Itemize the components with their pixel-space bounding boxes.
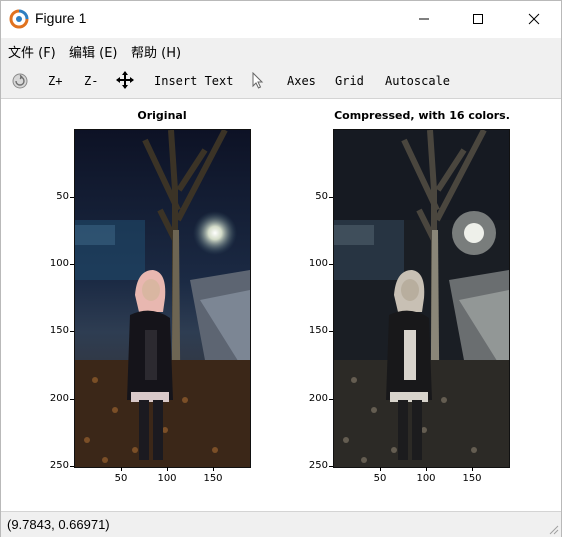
y-tickmark <box>70 197 74 198</box>
window-title: Figure 1 <box>35 10 87 26</box>
figure-canvas[interactable]: Original 50 100 150 200 250 50 100 150 C… <box>1 99 561 511</box>
close-button[interactable] <box>511 1 557 37</box>
zoom-out-button[interactable]: Z- <box>84 74 98 88</box>
minimize-button[interactable] <box>401 1 447 37</box>
y-tickmark <box>329 466 333 467</box>
cursor-coordinates: (9.7843, 0.66971) <box>7 517 110 532</box>
y-tickmark <box>329 197 333 198</box>
status-bar: (9.7843, 0.66971) <box>1 511 561 537</box>
y-tick-label: 200 <box>49 393 69 404</box>
x-tick-label: 150 <box>462 473 482 484</box>
select-arrow-icon[interactable] <box>252 72 264 89</box>
y-tickmark <box>329 331 333 332</box>
zoom-in-button[interactable]: Z+ <box>48 74 62 88</box>
menu-bar: 文件 (F) 编辑 (E) 帮助 (H) <box>1 38 561 62</box>
y-tick-label: 250 <box>49 460 69 471</box>
original-image[interactable] <box>74 129 251 468</box>
y-tickmark <box>329 399 333 400</box>
y-tickmark <box>70 466 74 467</box>
grid-button[interactable]: Grid <box>335 74 364 88</box>
y-tick-label: 100 <box>49 258 69 269</box>
x-tickmark <box>472 467 473 471</box>
axes-title-compressed: Compressed, with 16 colors. <box>334 109 510 122</box>
x-tickmark <box>121 467 122 471</box>
minimize-icon <box>419 18 429 20</box>
y-tick-label: 50 <box>315 191 328 202</box>
y-tick-label: 50 <box>56 191 69 202</box>
y-tick-label: 150 <box>49 325 69 336</box>
y-tickmark <box>70 264 74 265</box>
x-tickmark <box>167 467 168 471</box>
figure-window: Figure 1 文件 (F) 编辑 (E) 帮助 (H) Z+ Z- Inse… <box>0 0 562 537</box>
y-tick-label: 200 <box>308 393 328 404</box>
y-tick-label: 250 <box>308 460 328 471</box>
rotate-icon[interactable] <box>11 72 29 90</box>
maximize-button[interactable] <box>455 1 501 37</box>
x-tick-label: 50 <box>373 473 387 484</box>
autoscale-button[interactable]: Autoscale <box>385 74 450 88</box>
menu-file[interactable]: 文件 (F) <box>8 42 56 61</box>
close-icon <box>528 13 540 25</box>
pan-icon[interactable] <box>116 71 134 89</box>
insert-text-button[interactable]: Insert Text <box>154 74 233 88</box>
x-tick-label: 100 <box>157 473 177 484</box>
y-tickmark <box>329 264 333 265</box>
compressed-image[interactable] <box>333 129 510 468</box>
x-tickmark <box>426 467 427 471</box>
x-tick-label: 100 <box>416 473 436 484</box>
axes-title-original: Original <box>137 109 187 122</box>
y-tick-label: 100 <box>308 258 328 269</box>
x-tickmark <box>380 467 381 471</box>
y-tick-label: 150 <box>308 325 328 336</box>
x-tick-label: 150 <box>203 473 223 484</box>
maximize-icon <box>473 14 483 24</box>
axes-button[interactable]: Axes <box>287 74 316 88</box>
y-tickmark <box>70 331 74 332</box>
menu-help[interactable]: 帮助 (H) <box>131 42 181 61</box>
toolbar: Z+ Z- Insert Text Axes Grid Autoscale <box>1 62 561 99</box>
resize-grip-icon[interactable] <box>547 523 559 535</box>
octave-app-icon <box>9 9 29 29</box>
menu-edit[interactable]: 编辑 (E) <box>69 42 118 61</box>
y-tickmark <box>70 399 74 400</box>
title-bar: Figure 1 <box>1 1 561 37</box>
x-tickmark <box>213 467 214 471</box>
x-tick-label: 50 <box>114 473 128 484</box>
